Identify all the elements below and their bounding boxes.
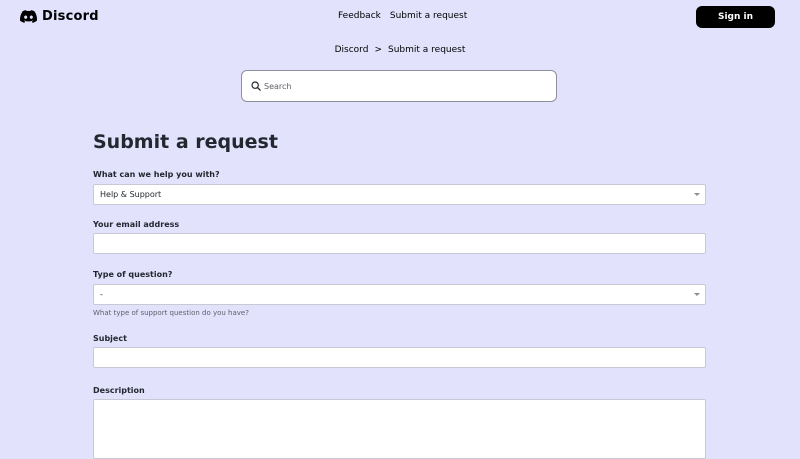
chevron-down-icon (694, 293, 700, 296)
search-input[interactable] (264, 77, 544, 95)
email-field[interactable] (93, 233, 706, 254)
help-with-select[interactable]: Help & Support (93, 184, 706, 205)
site-header: Discord Feedback Submit a request Sign i… (0, 0, 800, 34)
discord-logo-icon (20, 9, 37, 23)
sign-in-button[interactable]: Sign in (696, 6, 775, 28)
chevron-down-icon (694, 193, 700, 196)
email-label: Your email address (93, 220, 180, 229)
search-box (241, 70, 557, 102)
discord-logo[interactable]: Discord (20, 8, 99, 24)
question-type-selected-value: - (100, 290, 103, 299)
question-type-hint: What type of support question do you hav… (93, 309, 249, 317)
help-with-label: What can we help you with? (93, 170, 220, 179)
description-textarea[interactable] (93, 399, 706, 459)
search-icon (251, 81, 261, 91)
subject-field[interactable] (93, 347, 706, 368)
subject-label: Subject (93, 334, 127, 343)
question-type-label: Type of question? (93, 270, 173, 279)
breadcrumb: Discord > Submit a request (0, 45, 800, 55)
question-type-select[interactable]: - (93, 284, 706, 305)
logo-text: Discord (42, 8, 99, 24)
nav-feedback-link[interactable]: Feedback (338, 11, 381, 21)
page-title: Submit a request (93, 131, 278, 153)
description-label: Description (93, 386, 145, 395)
breadcrumb-separator: > (374, 45, 382, 55)
top-nav: Feedback Submit a request (338, 11, 467, 21)
help-with-selected-value: Help & Support (100, 190, 162, 199)
breadcrumb-discord-link[interactable]: Discord (335, 45, 369, 55)
breadcrumb-submit-request-link[interactable]: Submit a request (388, 45, 465, 55)
nav-submit-request-link[interactable]: Submit a request (390, 11, 467, 21)
